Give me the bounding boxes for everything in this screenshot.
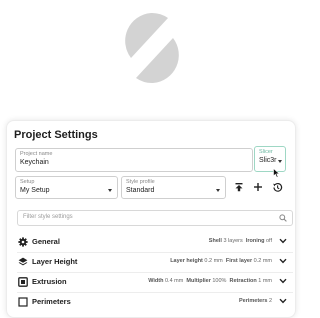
filter-style-settings-input[interactable]: Filter style settings — [17, 210, 293, 226]
slicer-value: Slic3r — [259, 157, 277, 164]
section-perimeters-summary: Perimeters 2 — [238, 298, 272, 304]
section-general-summary: Shell 3 layers Ironing off — [208, 238, 272, 244]
upload-button[interactable] — [231, 179, 247, 195]
project-name-field[interactable]: Project name Keychain — [15, 148, 253, 172]
section-extrusion-summary: Width 0.4 mm Multiplier 100% Retraction … — [148, 278, 272, 284]
chevron-down-icon[interactable] — [279, 298, 287, 304]
style-profile-value: Standard — [126, 187, 155, 194]
divider — [17, 272, 293, 273]
section-general-title: General — [32, 237, 60, 246]
section-perimeters[interactable]: Perimeters Perimeters 2 — [17, 295, 293, 309]
section-extrusion-title: Extrusion — [32, 277, 67, 286]
panel-title: Project Settings — [14, 129, 98, 141]
project-name-label: Project name — [20, 151, 53, 157]
style-profile-label: Style profile — [126, 179, 155, 185]
gear-icon — [18, 237, 28, 247]
slicer-select[interactable]: Slicer Slic3r — [254, 146, 286, 172]
setup-value: My Setup — [20, 187, 50, 194]
chevron-down-icon — [216, 189, 220, 192]
section-extrusion[interactable]: Extrusion Width 0.4 mm Multiplier 100% R… — [17, 275, 293, 289]
history-icon — [272, 182, 282, 192]
chevron-down-icon — [278, 160, 282, 163]
setup-select[interactable]: Setup My Setup — [15, 176, 118, 199]
project-name-value[interactable]: Keychain — [20, 159, 49, 166]
divider — [17, 252, 293, 253]
app-logo-icon — [125, 12, 179, 84]
layers-icon — [18, 257, 28, 266]
chevron-down-icon[interactable] — [279, 258, 287, 264]
filter-placeholder: Filter style settings — [23, 214, 73, 220]
section-perimeters-title: Perimeters — [32, 297, 71, 306]
extruder-icon — [18, 277, 28, 287]
style-profile-select[interactable]: Style profile Standard — [121, 176, 226, 199]
divider — [17, 292, 293, 293]
chevron-down-icon — [108, 189, 112, 192]
add-profile-button[interactable] — [250, 179, 266, 195]
search-icon — [279, 214, 287, 222]
plus-icon — [254, 183, 262, 191]
square-outline-icon — [18, 297, 28, 307]
section-layer-height-title: Layer Height — [32, 257, 78, 266]
mouse-cursor-icon — [273, 168, 281, 178]
slicer-label: Slicer — [259, 149, 273, 155]
section-layer-height[interactable]: Layer Height Layer height 0.2 mm First l… — [17, 255, 293, 269]
chevron-down-icon[interactable] — [279, 238, 287, 244]
section-layer-height-summary: Layer height 0.2 mm First layer 0.2 mm — [170, 258, 272, 264]
history-button[interactable] — [269, 179, 285, 195]
project-settings-panel: Project Settings Project name Keychain S… — [6, 120, 296, 318]
upload-icon — [235, 183, 243, 192]
setup-label: Setup — [20, 179, 35, 185]
section-general[interactable]: General Shell 3 layers Ironing off — [17, 235, 293, 249]
chevron-down-icon[interactable] — [279, 278, 287, 284]
